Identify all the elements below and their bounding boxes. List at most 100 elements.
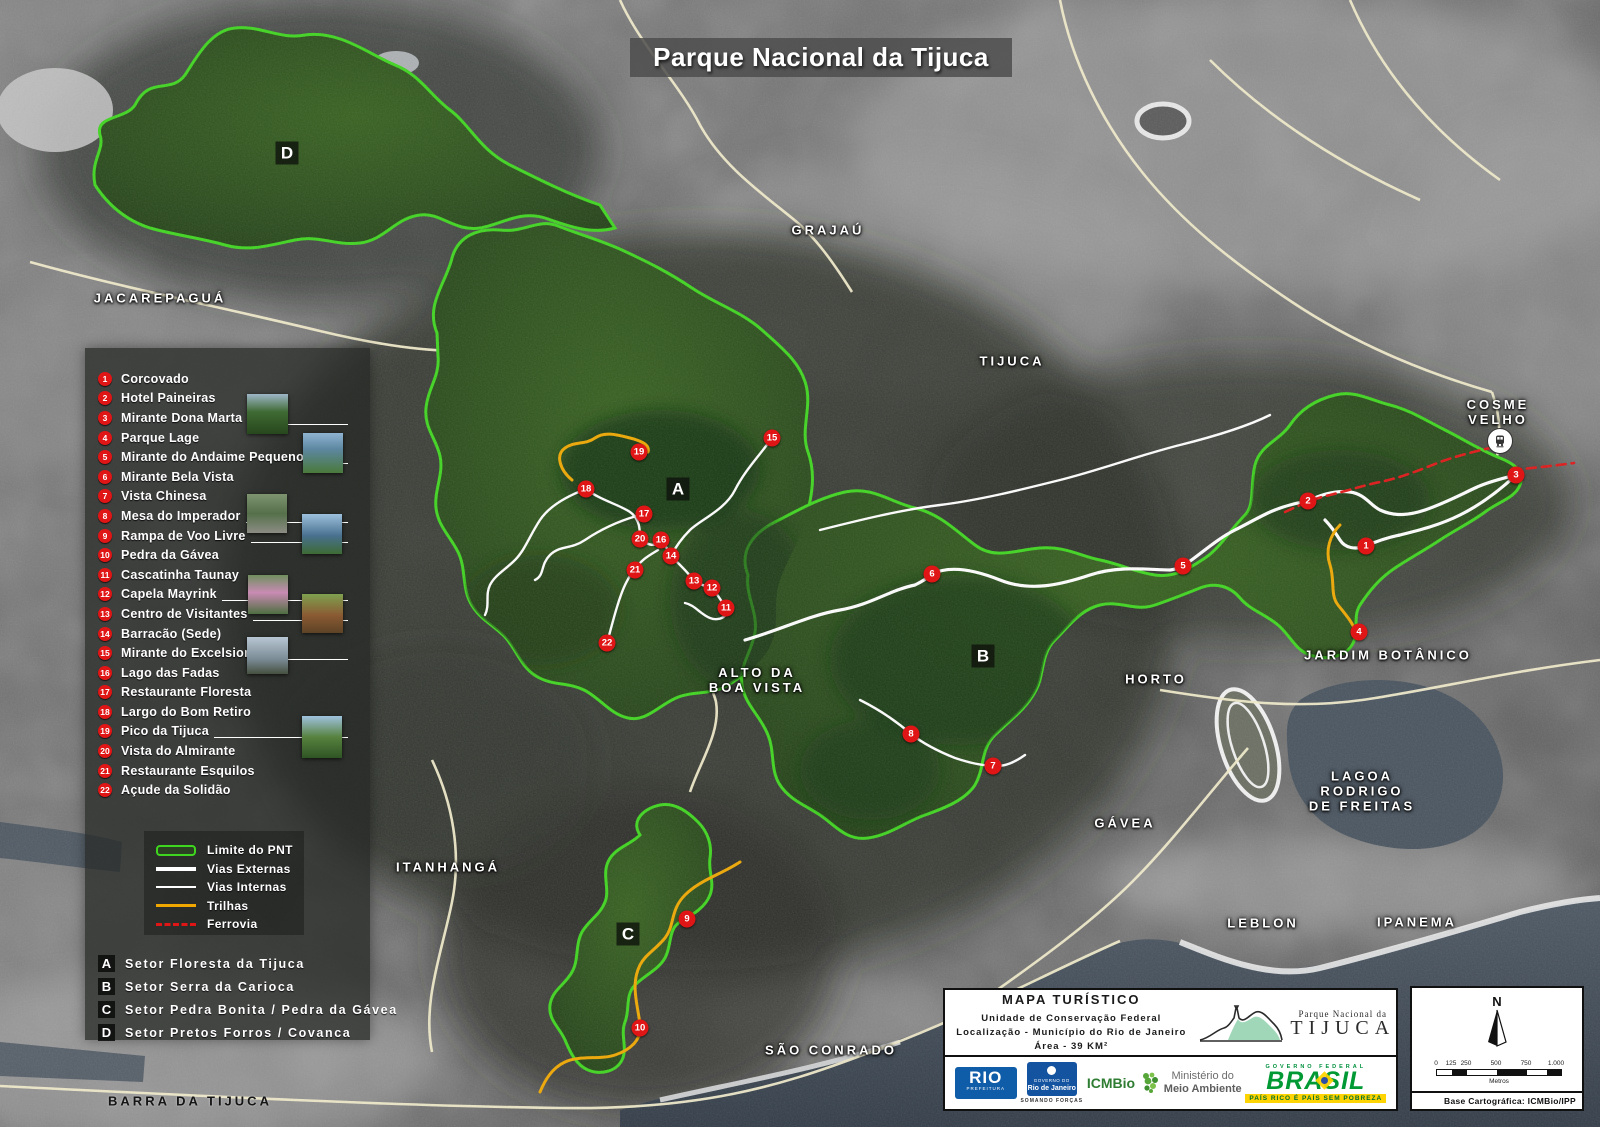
scale-tick: 125 [1445,1060,1457,1067]
rj-logo-line2: Rio de Janeiro [1027,1084,1076,1092]
poi-photo-thumbnail [302,594,343,633]
poi-number-badge: 5 [98,450,112,465]
icmbio-logo: ICMBio [1087,1071,1160,1095]
government-logos-row: RIO PREFEITURA GOVERNO DO Rio de Janeiro… [945,1055,1396,1109]
governo-rj-logo: GOVERNO DO Rio de Janeiro SOMANDO FORÇAS [1020,1062,1083,1104]
poi-label: Largo do Bom Retiro [121,704,252,719]
poi-map-marker: 6 [923,565,941,583]
map-title: Parque Nacional da Tijuca [653,42,989,72]
poi-number-badge: 17 [98,685,112,700]
poi-label: Lago das Fadas [121,665,220,680]
info-title: MAPA TURÍSTICO [1002,991,1141,1007]
poi-map-marker: 11 [717,599,735,617]
poi-item: 2 Hotel Paineiras [85,389,370,409]
legend-item: Vias Externas [156,860,304,879]
legend-item: Vias Internas [156,878,304,897]
poi-photo-thumbnail [248,575,288,614]
poi-label: Parque Lage [121,430,200,445]
sector-letter-badge: D [98,1024,115,1041]
place-label: IPANEMA [1377,914,1457,930]
sector-label: Setor Floresta da Tijuca [125,956,305,971]
rio-logo-sub: PREFEITURA [966,1086,1005,1091]
cartographic-credit: Base Cartográfica: ICMBio/IPP [1412,1091,1582,1109]
scale-tick: 500 [1490,1060,1502,1067]
legend-item: Limite do PNT [156,841,304,860]
scale-tick: 250 [1460,1060,1472,1067]
poi-item: 15 Mirante do Excelsior [85,643,370,663]
info-line: Área - 39 KM² [1034,1040,1109,1052]
poi-map-marker: 4 [1350,623,1368,641]
info-line: Unidade de Conservação Federal [981,1012,1162,1024]
poi-map-marker: 19 [630,443,648,461]
brasil-logo-sub: PAÍS RICO É PAÍS SEM POBREZA [1245,1093,1387,1103]
mma-line1: Ministério do [1171,1070,1234,1082]
scale-bar-graphic [1436,1069,1562,1076]
icmbio-leaf-icon [1143,1072,1159,1093]
poi-label: Vista Chinesa [121,489,207,504]
legend-label: Vias Externas [207,861,291,876]
north-label: N [1492,994,1502,1009]
poi-number-badge: 22 [98,783,112,798]
icmbio-logo-text: ICMBio [1086,1075,1136,1091]
poi-photo-thumbnail [302,514,342,554]
place-label: ALTO DA BOA VISTA [708,665,806,695]
poi-label: Mirante Dona Marta [121,410,243,425]
poi-map-marker: 17 [635,505,653,523]
map-info-box: MAPA TURÍSTICO Unidade de Conservação Fe… [943,988,1398,1111]
rj-logo-sub: SOMANDO FORÇAS [1020,1098,1084,1104]
scale-tick-labels: 0 125 250 500 750 1.000 [1434,1060,1565,1069]
rio-logo-text: RIO [969,1068,1003,1087]
poi-item: 3 Mirante Dona Marta [85,408,370,428]
poi-photo-thumbnail [247,394,288,434]
place-label: ITANHANGÁ [395,859,501,875]
poi-item: 1 Corcovado [85,369,370,389]
poi-label: Mesa do Imperador [121,508,241,523]
poi-number-badge: 19 [98,724,112,739]
legend-swatch-rail [156,922,196,926]
poi-number-badge: 6 [98,469,112,484]
legend-item: Ferrovia [156,915,304,934]
poi-photo-thumbnail [302,716,342,758]
rj-crest-icon [1047,1065,1057,1075]
poi-map-marker: 15 [763,429,781,447]
legend-swatch-trail [156,904,196,908]
poi-map-marker: 21 [626,561,644,579]
poi-number-badge: 4 [98,430,112,445]
poi-number-badge: 20 [98,744,112,759]
poi-number-badge: 11 [98,567,112,582]
sector-item: A Setor Floresta da Tijuca [98,952,360,975]
poi-number-badge: 21 [98,763,112,778]
poi-number-badge: 16 [98,665,112,680]
place-label: JARDIM BOTÂNICO [1304,647,1472,663]
legend-swatch-ext [156,866,196,871]
place-label: BARRA DA TIJUCA [108,1093,272,1109]
poi-map-marker: 2 [1299,492,1317,510]
poi-map-marker: 18 [577,480,595,498]
governo-federal-brasil-logo: GOVERNO FEDERAL BRASIL PAÍS RICO É PAÍS … [1245,1064,1387,1103]
poi-map-marker: 7 [984,757,1002,775]
park-logo-name: TIJUCA [1290,1016,1396,1039]
legend-label: Limite do PNT [207,843,293,858]
place-label: GÁVEA [1094,815,1156,831]
poi-number-badge: 14 [98,626,112,641]
north-arrow-icon [1488,1009,1507,1047]
ministerio-meio-ambiente-logo: Ministério do Meio Ambiente [1164,1070,1242,1096]
poi-number-badge: 10 [98,548,112,563]
sector-list: A Setor Floresta da Tijuca B Setor Serra da… [98,952,396,1044]
mma-line2: Meio Ambiente [1163,1083,1242,1095]
poi-number-badge: 7 [98,489,112,504]
poi-number-badge: 1 [98,371,112,386]
scale-tick: 0 [1434,1060,1438,1067]
poi-label: Rampa de Voo Livre [121,528,246,543]
poi-photo-thumbnail [247,637,288,674]
poi-map-marker: 10 [631,1019,649,1037]
poi-label: Pedra da Gávea [121,548,220,563]
poi-label: Pico da Tijuca [121,724,210,739]
legend-label: Vias Internas [207,880,287,895]
sector-item: D Setor Pretos Forros / Covanca [98,1021,360,1044]
sector-label: Setor Pedra Bonita / Pedra da Gávea [125,1002,398,1017]
sector-item: C Setor Pedra Bonita / Pedra da Gávea [98,998,396,1021]
scale-tick: 1.000 [1547,1060,1565,1067]
poi-photo-thumbnail [247,494,287,533]
park-logo: Parque Nacional da TIJUCA [1198,990,1396,1055]
